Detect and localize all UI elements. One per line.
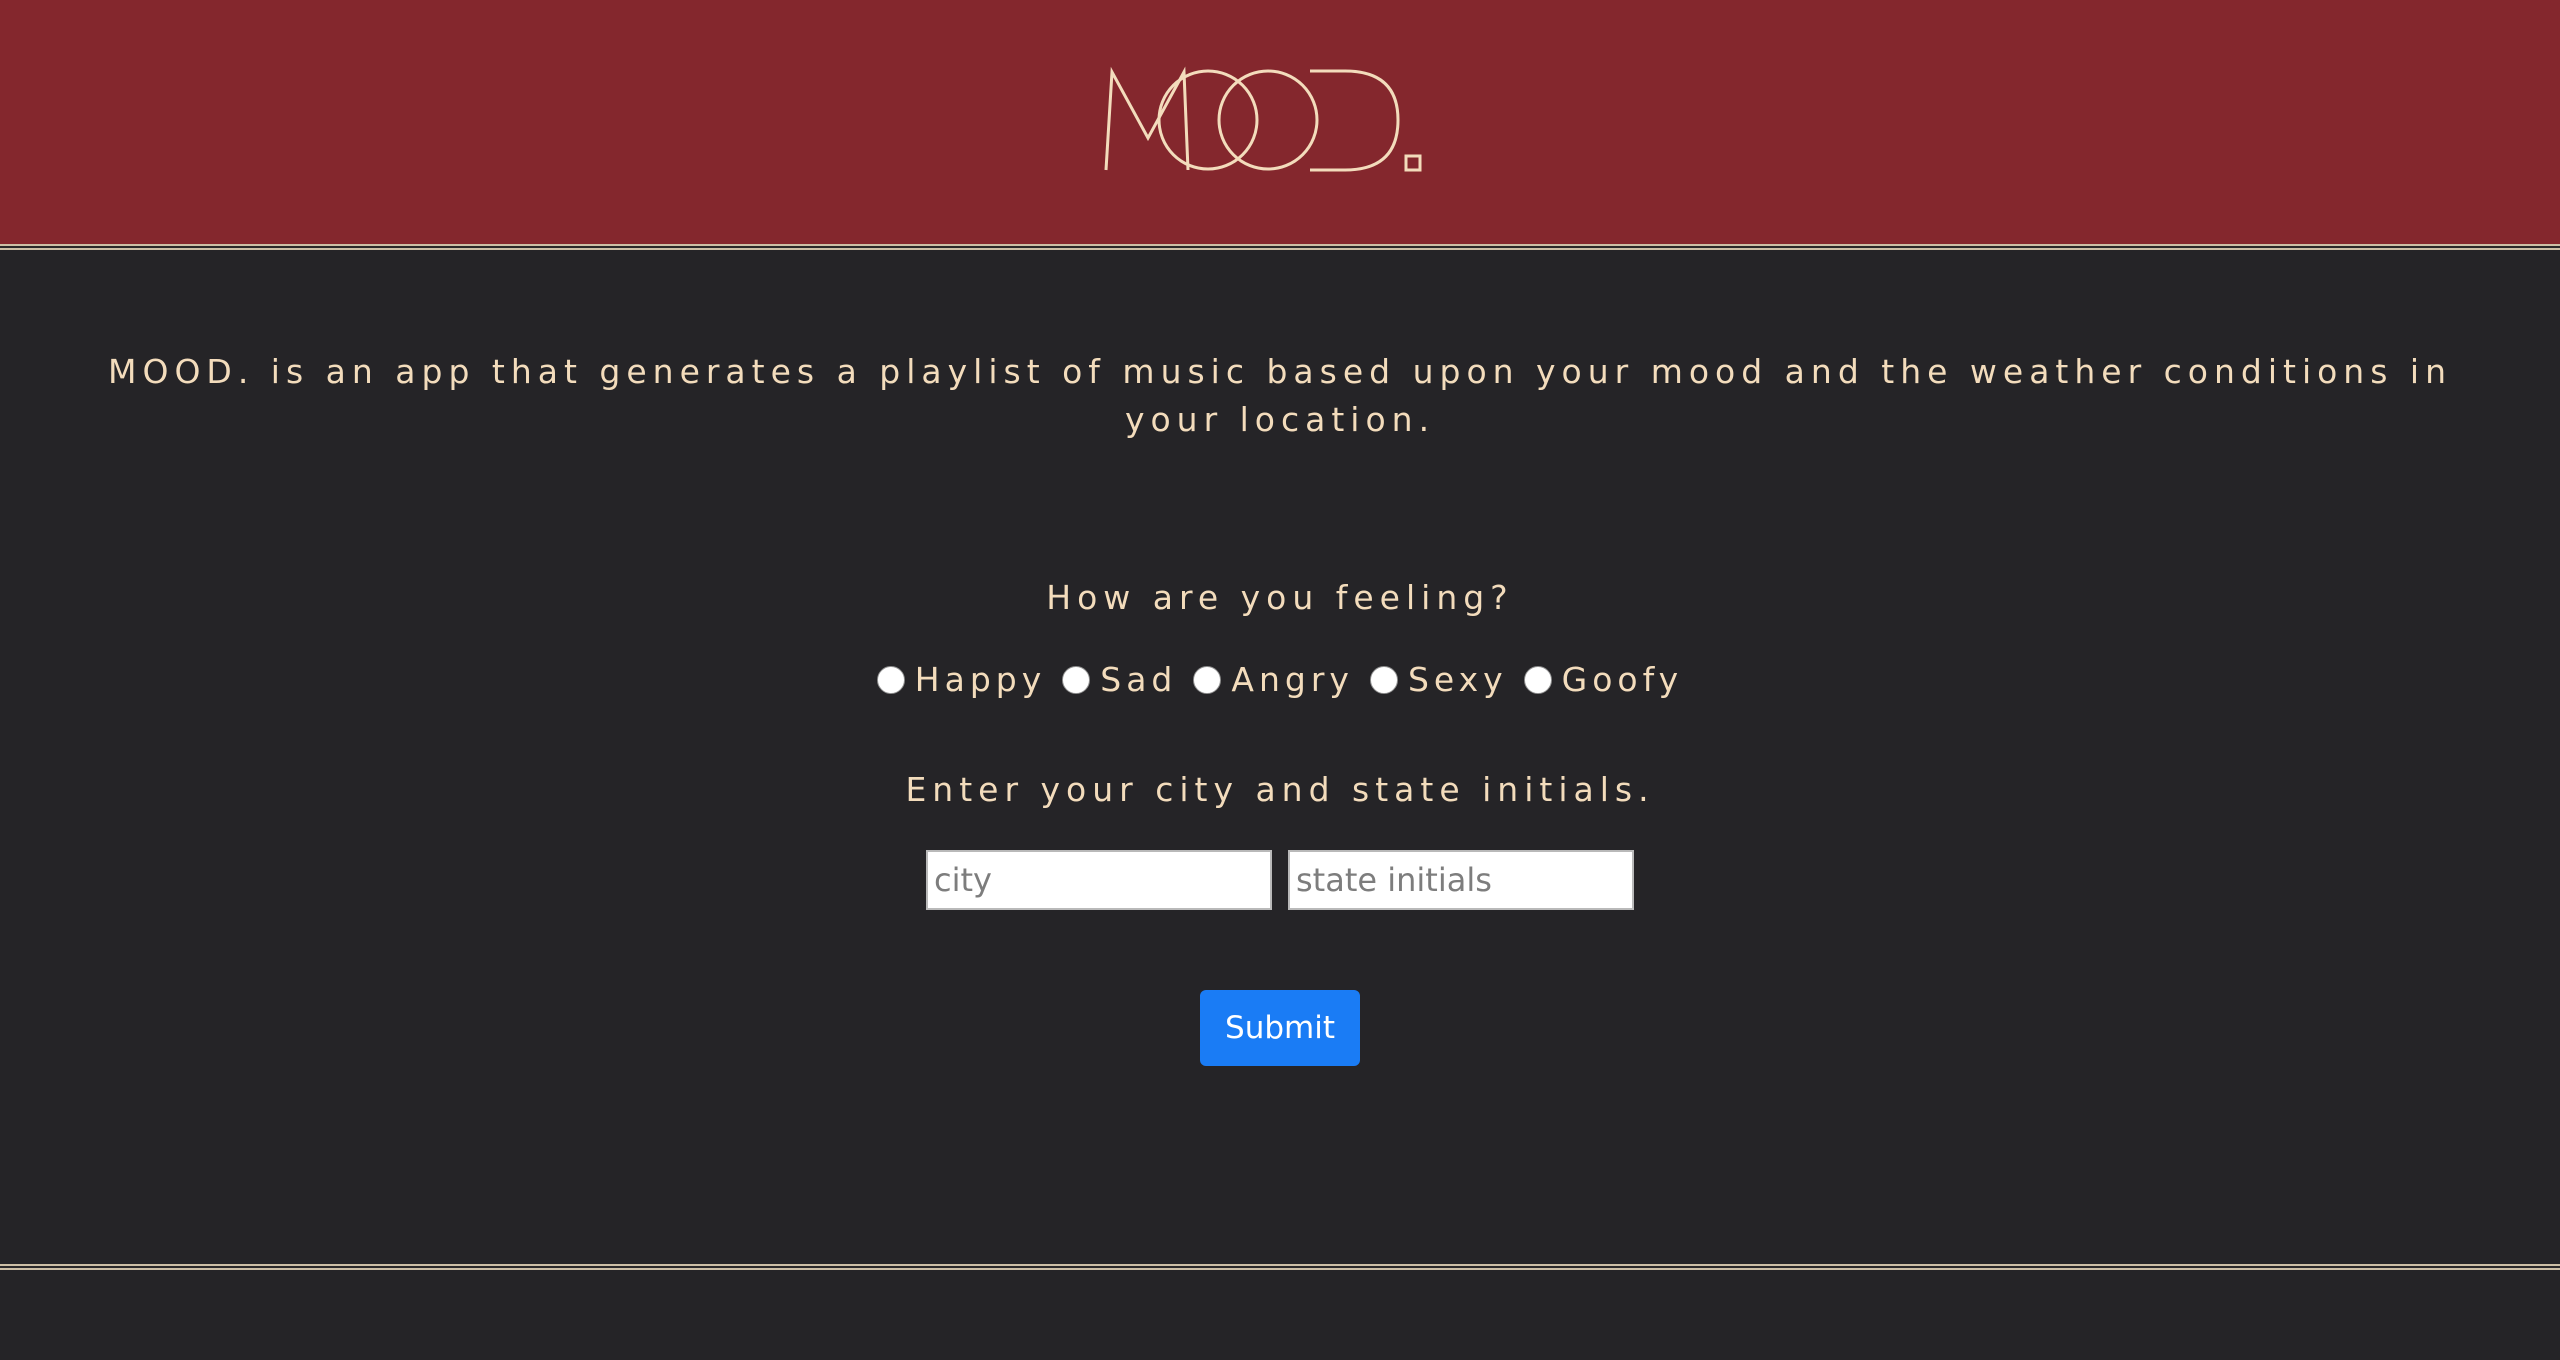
header [0,0,2560,244]
goofy-radio[interactable] [1523,665,1552,694]
sexy-radio[interactable] [1369,665,1398,694]
submit-button[interactable]: Submit [1200,990,1360,1066]
mood-option-goofy[interactable]: Goofy [1523,660,1684,699]
footer-divider [0,1264,2560,1270]
intro-text: MOOD. is an app that generates a playlis… [108,352,2452,439]
state-initials-input[interactable] [1288,850,1634,910]
goofy-label: Goofy [1561,660,1684,699]
happy-label: Happy [914,660,1047,699]
mood-radio-group: Happy Sad Angry Sexy Goofy [0,660,2560,699]
sad-radio[interactable] [1062,665,1091,694]
mood-option-angry[interactable]: Angry [1193,660,1354,699]
happy-radio[interactable] [876,665,905,694]
angry-radio[interactable] [1193,665,1222,694]
mood-option-sad[interactable]: Sad [1062,660,1177,699]
angry-label: Angry [1231,660,1354,699]
header-divider [0,244,2560,250]
sexy-label: Sexy [1407,660,1508,699]
city-input[interactable] [926,850,1272,910]
mood-logo [1104,66,1422,172]
mood-question: How are you feeling? [1046,578,1514,617]
mood-option-sexy[interactable]: Sexy [1369,660,1508,699]
location-prompt: Enter your city and state initials. [905,770,1655,809]
sad-label: Sad [1100,660,1178,699]
mood-option-happy[interactable]: Happy [876,660,1047,699]
location-inputs [0,850,2560,910]
